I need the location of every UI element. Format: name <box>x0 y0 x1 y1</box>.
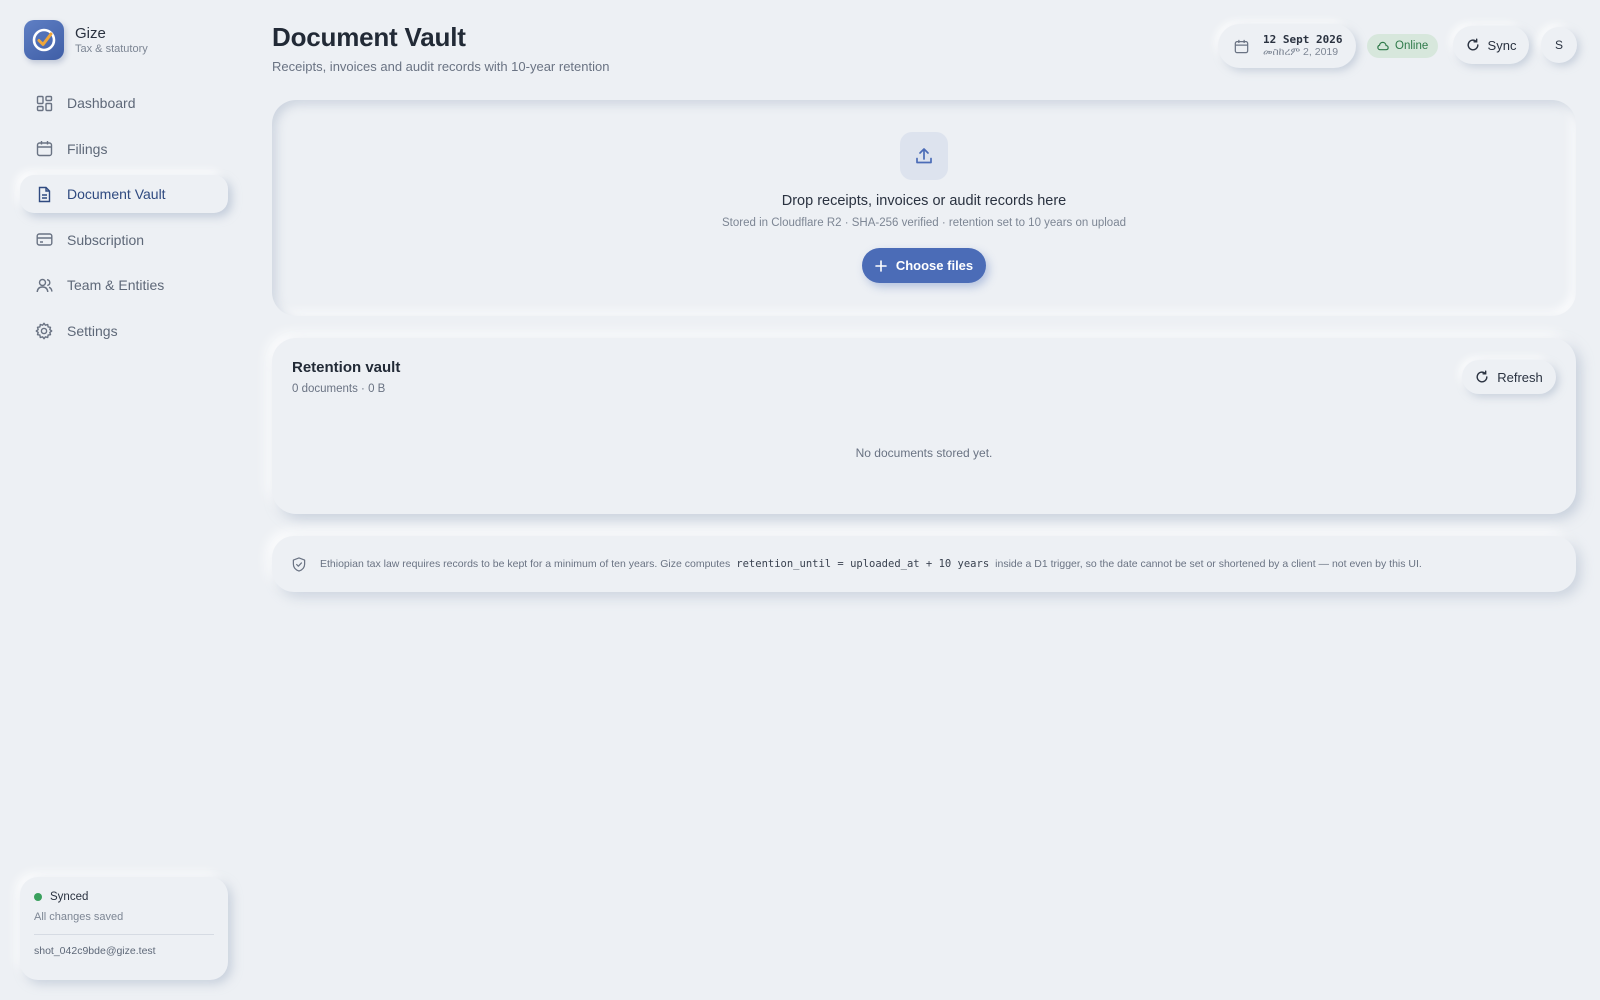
empty-state-message: No documents stored yet. <box>855 446 993 460</box>
sidebar-item-settings[interactable]: Settings <box>20 312 228 350</box>
page-subtitle: Receipts, invoices and audit records wit… <box>272 59 610 74</box>
gear-icon <box>35 322 53 340</box>
dropzone-title: Drop receipts, invoices or audit records… <box>781 193 1067 209</box>
plus-icon <box>875 259 887 272</box>
user-email: shot_042c9bde@gize.test <box>34 945 156 957</box>
vault-document-count: 0 documents · 0 B <box>292 383 386 395</box>
sidebar-item-label: Team & Entities <box>67 277 165 293</box>
sync-status-card: Synced All changes saved shot_042c9bde@g… <box>20 877 228 980</box>
status-dot <box>34 893 42 901</box>
refresh-button[interactable]: Refresh <box>1462 360 1556 394</box>
brand-name: Gize <box>75 24 106 42</box>
brand-subtitle: Tax & statutory <box>75 42 148 55</box>
sync-status-label: Synced <box>50 891 89 903</box>
notice-text-after: inside a D1 trigger, so the date cannot … <box>995 558 1422 570</box>
dropzone-subtitle: Stored in Cloudflare R2 · SHA-256 verifi… <box>722 217 1126 229</box>
dashboard-icon <box>35 94 53 112</box>
choose-files-button[interactable]: Choose files <box>862 248 986 283</box>
online-status-badge: Online <box>1367 34 1439 58</box>
users-icon <box>35 276 53 294</box>
gize-logo-icon <box>24 20 64 60</box>
retention-formula: retention_until = uploaded_at + 10 years <box>736 558 990 570</box>
shield-check-icon <box>292 556 306 572</box>
gregorian-date: 12 Sept 2026 <box>1263 33 1343 46</box>
notice-text: Ethiopian tax law requires records to be… <box>320 558 731 570</box>
sidebar-item-label: Document Vault <box>67 186 166 202</box>
vault-title: Retention vault <box>292 359 401 376</box>
document-icon <box>35 185 53 203</box>
ethiopian-date: መስከረም 2, 2019 <box>1263 46 1339 58</box>
sidebar-item-subscription[interactable]: Subscription <box>20 221 228 259</box>
calendar-icon <box>1234 39 1249 54</box>
sidebar-item-label: Settings <box>67 322 118 339</box>
sidebar-item-document-vault[interactable]: Document Vault <box>20 175 228 213</box>
upload-dropzone[interactable]: Drop receipts, invoices or audit records… <box>272 100 1576 316</box>
sidebar-nav: Dashboard Filings Document Vault Subscri… <box>20 84 228 357</box>
refresh-icon <box>1475 370 1489 384</box>
calendar-icon <box>35 140 53 158</box>
avatar[interactable]: S <box>1541 27 1577 63</box>
sidebar-item-label: Dashboard <box>67 95 136 111</box>
refresh-icon <box>1466 38 1480 52</box>
sidebar-item-label: Filings <box>67 140 108 157</box>
brand[interactable]: Gize Tax & statutory <box>24 20 148 60</box>
retention-notice: Ethiopian tax law requires records to be… <box>272 536 1576 592</box>
refresh-button-label: Refresh <box>1497 369 1543 385</box>
sidebar-item-dashboard[interactable]: Dashboard <box>20 84 228 122</box>
sidebar: Gize Tax & statutory Dashboard Filings D… <box>0 0 240 1000</box>
divider <box>34 934 214 935</box>
sync-button-label: Sync <box>1487 37 1517 53</box>
cloud-icon <box>1377 41 1389 51</box>
choose-files-label: Choose files <box>895 258 974 273</box>
online-status-label: Online <box>1395 40 1429 52</box>
sidebar-item-label: Subscription <box>67 231 145 248</box>
sync-status-note: All changes saved <box>34 911 124 923</box>
sidebar-item-team-entities[interactable]: Team & Entities <box>20 266 228 304</box>
retention-vault-panel: Retention vault 0 documents · 0 B Refres… <box>272 338 1576 514</box>
sync-button[interactable]: Sync <box>1453 26 1529 64</box>
credit-card-icon <box>35 231 53 249</box>
page-title: Document Vault <box>272 22 466 52</box>
date-display: 12 Sept 2026 መስከረም 2, 2019 <box>1218 24 1356 68</box>
upload-icon <box>900 132 948 180</box>
sidebar-item-filings[interactable]: Filings <box>20 130 228 168</box>
